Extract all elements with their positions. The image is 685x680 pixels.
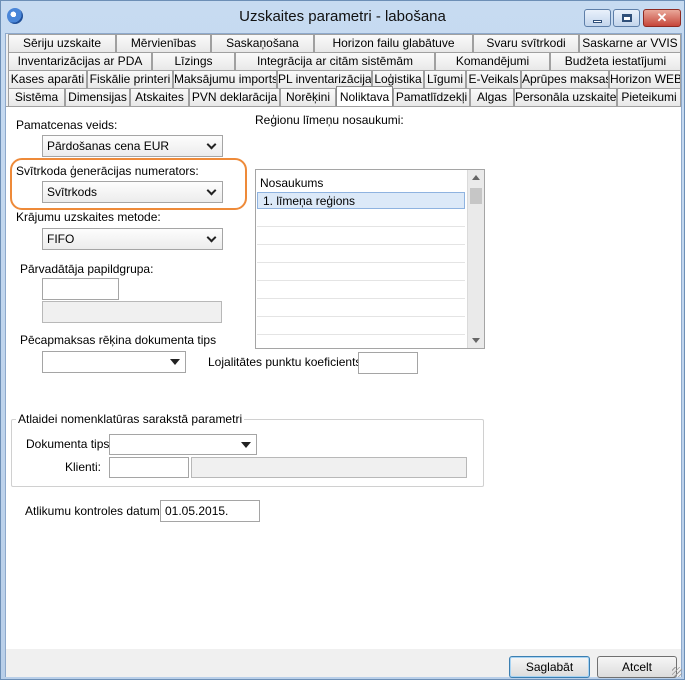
save-button[interactable]: Saglabāt: [509, 656, 590, 678]
tab-row-2: Inventarizācijas ar PDA Līzings Integrāc…: [8, 52, 681, 70]
tab-row-1: Sēriju uzskaite Mērvienības Saskaņošana …: [8, 34, 681, 52]
scroll-thumb[interactable]: [470, 188, 482, 204]
tab-pamatlidzekli[interactable]: Pamatlīdzekļi: [393, 88, 470, 106]
tab-ligumi[interactable]: Līgumi: [424, 70, 466, 88]
pecapmaksas-select[interactable]: [42, 351, 186, 373]
regions-empty-row[interactable]: [257, 282, 465, 299]
pecapmaksas-label: Pēcapmaksas rēķina dokumenta tips: [20, 333, 217, 347]
tab-pieteikumi[interactable]: Pieteikumi: [617, 88, 681, 106]
regions-label: Reģionu līmeņu nosaukumi:: [255, 113, 404, 127]
regions-column-header: Nosaukums: [260, 176, 324, 190]
parvadataja-code-input[interactable]: [42, 278, 119, 300]
dialog-footer: Saglabāt Atcelt: [6, 649, 681, 678]
pamatcenas-label: Pamatcenas veids:: [16, 118, 118, 132]
maximize-icon: [621, 14, 632, 22]
tab-saskarne-ar-vvis[interactable]: Saskarne ar VVIS: [579, 34, 681, 52]
lojalitates-input[interactable]: [358, 352, 418, 374]
resize-grip-icon[interactable]: [672, 667, 682, 677]
tab-algas[interactable]: Algas: [470, 88, 514, 106]
regions-scrollbar[interactable]: [467, 170, 484, 348]
tab-dimensijas[interactable]: Dimensijas: [65, 88, 130, 106]
chevron-down-icon: [206, 139, 217, 150]
regions-empty-row[interactable]: [257, 210, 465, 227]
tab-horizon-web[interactable]: Horizon WEB: [609, 70, 681, 88]
tab-aprupes-maksas[interactable]: Aprūpes maksas: [521, 70, 609, 88]
scroll-up-icon[interactable]: [472, 175, 480, 180]
svitrkoda-label: Svītrkoda ģenerācijas numerators:: [16, 164, 199, 178]
svitrkoda-select[interactable]: Svītrkods: [42, 181, 223, 203]
tab-sistema[interactable]: Sistēma: [8, 88, 65, 106]
pamatcenas-select[interactable]: Pārdošanas cena EUR: [42, 135, 223, 157]
tab-integracija[interactable]: Integrācija ar citām sistēmām: [235, 52, 435, 70]
tab-horizon-failu-glabatuve[interactable]: Horizon failu glabātuve: [314, 34, 473, 52]
noliktava-panel: Pamatcenas veids: Pārdošanas cena EUR Sv…: [6, 106, 681, 649]
close-icon: ✕: [656, 10, 668, 25]
tab-maksajumu-imports[interactable]: Maksājumu imports: [173, 70, 277, 88]
tab-personala-uzskaite[interactable]: Personāla uzskaite: [514, 88, 617, 106]
close-button[interactable]: ✕: [643, 9, 681, 27]
window-title: Uzskaites parametri - labošana: [239, 8, 446, 25]
tab-svaru-svitrkodi[interactable]: Svaru svītrkodi: [473, 34, 579, 52]
scroll-down-icon[interactable]: [472, 338, 480, 343]
atlikumu-date-input[interactable]: 01.05.2015.: [160, 500, 260, 522]
regions-empty-row[interactable]: [257, 264, 465, 281]
dropdown-arrow-icon: [241, 442, 251, 448]
regions-row[interactable]: 1. līmeņa reģions: [257, 192, 465, 209]
tab-komandejumi[interactable]: Komandējumi: [435, 52, 550, 70]
atlikumu-label: Atlikumu kontroles datums:: [25, 504, 170, 518]
cancel-button[interactable]: Atcelt: [597, 656, 677, 678]
tab-e-veikals[interactable]: E-Veikals: [466, 70, 521, 88]
tab-strip: Sēriju uzskaite Mērvienības Saskaņošana …: [6, 34, 681, 106]
lojalitates-label: Lojalitātes punktu koeficients:: [208, 355, 365, 369]
parvadataja-label: Pārvadātāja papildgrupa:: [20, 262, 154, 276]
parvadataja-name-field: [42, 301, 222, 323]
atlaidei-groupbox: Atlaidei nomenklatūras sarakstā parametr…: [11, 412, 484, 487]
chevron-down-icon: [206, 232, 217, 243]
tab-noliktava[interactable]: Noliktava: [336, 86, 393, 106]
svitrkoda-value: Svītrkods: [47, 185, 98, 199]
tab-inventarizacijas-ar-pda[interactable]: Inventarizācijas ar PDA: [8, 52, 152, 70]
dialog-window: Uzskaites parametri - labošana ✕ Sēriju …: [0, 0, 685, 680]
tab-budzeta-iestatijumi[interactable]: Budžeta iestatījumi: [550, 52, 681, 70]
tab-saskanosana[interactable]: Saskaņošana: [211, 34, 314, 52]
dropdown-arrow-icon: [170, 359, 180, 365]
regions-empty-row[interactable]: [257, 318, 465, 335]
krajumu-label: Krājumu uzskaites metode:: [16, 210, 161, 224]
tab-row-4: Sistēma Dimensijas Atskaites PVN deklarā…: [8, 86, 681, 106]
klients-code-input[interactable]: [109, 457, 189, 478]
tab-seriju-uzskaite[interactable]: Sēriju uzskaite: [8, 34, 116, 52]
minimize-icon: [593, 19, 602, 23]
tab-kases-aparati[interactable]: Kases aparāti: [8, 70, 87, 88]
regions-empty-row[interactable]: [257, 246, 465, 263]
title-bar[interactable]: Uzskaites parametri - labošana ✕: [1, 1, 684, 33]
tab-pvn-deklaracija[interactable]: PVN deklarācija: [189, 88, 280, 106]
krajumu-value: FIFO: [47, 232, 75, 246]
klients-name-field: [191, 457, 467, 478]
klients-label: Klienti:: [65, 460, 102, 474]
dokumenta-tips-select[interactable]: [109, 434, 257, 455]
regions-grid[interactable]: Nosaukums 1. līmeņa reģions: [255, 169, 485, 349]
tab-norekini[interactable]: Norēķini: [280, 88, 336, 106]
minimize-button[interactable]: [584, 9, 611, 27]
atlaidei-group-title: Atlaidei nomenklatūras sarakstā parametr…: [16, 412, 245, 426]
krajumu-select[interactable]: FIFO: [42, 228, 223, 250]
tab-fiskalie-printeri[interactable]: Fiskālie printeri: [87, 70, 173, 88]
tab-atskaites[interactable]: Atskaites: [130, 88, 189, 106]
tab-mervienibas[interactable]: Mērvienības: [116, 34, 211, 52]
dokumenta-tips-label: Dokumenta tips:: [26, 437, 113, 451]
chevron-down-icon: [206, 185, 217, 196]
dialog-client-area: Sēriju uzskaite Mērvienības Saskaņošana …: [5, 33, 682, 678]
maximize-button[interactable]: [613, 9, 640, 27]
regions-empty-row[interactable]: [257, 300, 465, 317]
pamatcenas-value: Pārdošanas cena EUR: [47, 139, 170, 153]
regions-empty-row[interactable]: [257, 228, 465, 245]
tab-lizings[interactable]: Līzings: [152, 52, 235, 70]
